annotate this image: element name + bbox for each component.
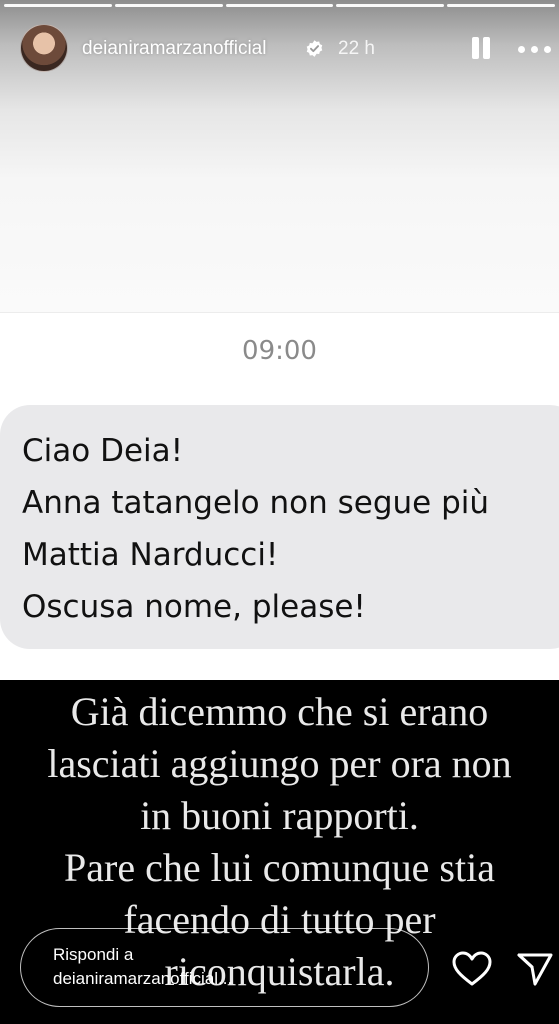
post-time: 22 h xyxy=(338,38,375,59)
caption-line: Già dicemmo che si erano xyxy=(70,689,489,734)
more-icon[interactable] xyxy=(516,40,552,58)
reply-input[interactable]: Rispondi a deianiramarzanofficial... xyxy=(20,928,429,1007)
heart-icon[interactable] xyxy=(452,951,492,987)
reply-placeholder-line2: deianiramarzanofficial... xyxy=(53,969,233,988)
username[interactable]: deianiramarzanofficial xyxy=(82,38,266,60)
story-progress-bar xyxy=(4,4,555,7)
caption-line: Pare che lui comunque stia xyxy=(64,845,495,890)
avatar[interactable] xyxy=(20,24,68,72)
message-line: Anna tatangelo non segue più xyxy=(22,485,490,521)
story-content[interactable]: 09:00 Ciao Deia! Anna tatangelo non segu… xyxy=(0,0,559,1024)
progress-segment xyxy=(4,4,112,7)
story-header: deianiramarzanofficial 22 h xyxy=(0,18,559,82)
reply-placeholder-line1: Rispondi a xyxy=(53,945,134,964)
progress-segment xyxy=(225,4,334,7)
message-line: Ciao Deia! xyxy=(22,433,184,469)
progress-segment xyxy=(114,4,223,7)
message-bubble: Ciao Deia! Anna tatangelo non segue più … xyxy=(0,405,559,649)
verified-badge-icon xyxy=(306,40,323,57)
progress-segment xyxy=(336,4,445,7)
message-line: Mattia Narducci! xyxy=(22,537,279,573)
message-line: Oscusa nome, please! xyxy=(22,589,366,625)
pause-icon[interactable] xyxy=(469,35,493,61)
caption-line: in buoni rapporti. xyxy=(140,793,419,838)
send-icon[interactable] xyxy=(516,950,554,988)
progress-segment xyxy=(447,4,555,7)
caption-line: lasciati aggiungo per ora non xyxy=(47,741,512,786)
message-timestamp: 09:00 xyxy=(242,336,317,366)
